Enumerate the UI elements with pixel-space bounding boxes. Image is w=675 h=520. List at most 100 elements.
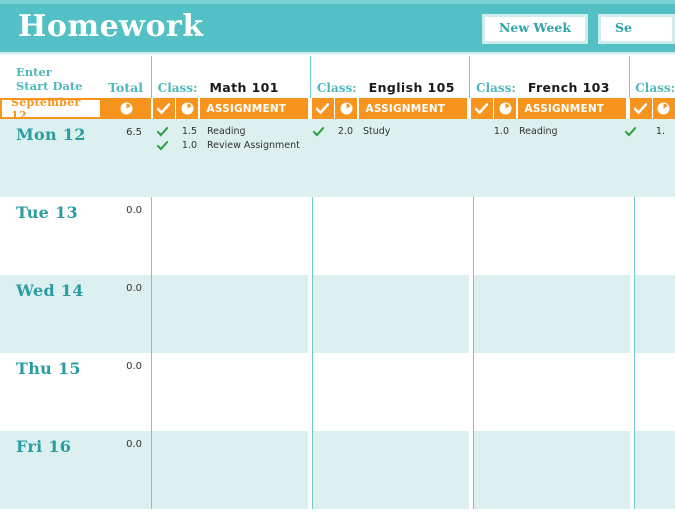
grid-header-row: Enter Start Date Total Class: Math 101 C…: [0, 56, 675, 98]
day-total: 0.0: [126, 283, 142, 294]
task-row[interactable]: 1.0 Reading: [463, 126, 619, 140]
assignment-label: ASSIGNMENT: [524, 102, 605, 115]
day-row: Thu 15 0.0: [0, 353, 675, 431]
day-label-cell[interactable]: Tue 13: [0, 197, 101, 275]
class-cell-clipped[interactable]: [635, 353, 675, 431]
class-cell-english[interactable]: [313, 353, 469, 431]
class-cell-clipped[interactable]: [635, 275, 675, 353]
class-cell-french[interactable]: [474, 197, 630, 275]
assignment-header-math: ASSIGNMENT: [199, 98, 308, 119]
class-cell-english[interactable]: 2.0 Study: [307, 119, 463, 197]
hours-header-english: [335, 98, 357, 119]
total-header: Total: [101, 56, 151, 98]
class-cell-clipped[interactable]: 1.: [619, 119, 675, 197]
task-name: Study: [363, 126, 391, 137]
class-header-clipped: Class:: [629, 56, 675, 98]
class-cell-math[interactable]: 1.5 Reading 1.0 Review Assignment: [151, 119, 307, 197]
task-check-icon[interactable]: [463, 126, 485, 127]
assignment-header-french: ASSIGNMENT: [517, 98, 626, 119]
task-row[interactable]: 1.0 Review Assignment: [151, 140, 307, 154]
day-total-cell: 0.0: [101, 275, 151, 353]
total-hours-header-cell: [101, 98, 151, 119]
day-total-cell: 0.0: [101, 197, 151, 275]
clock-icon: [657, 98, 670, 119]
class-label: Class:: [157, 81, 198, 95]
class-cell-french[interactable]: 1.0 Reading: [463, 119, 619, 197]
class-cell-math[interactable]: [152, 353, 308, 431]
day-name: Tue 13: [16, 203, 78, 222]
day-row: Wed 14 0.0: [0, 275, 675, 353]
task-hours: 1.0: [181, 140, 197, 151]
task-list: 2.0 Study: [307, 119, 463, 140]
task-check-icon[interactable]: [151, 126, 173, 137]
class-cell-math[interactable]: [152, 275, 308, 353]
day-label-cell[interactable]: Wed 14: [0, 275, 101, 353]
class-name-french: French 103: [527, 80, 610, 95]
assignment-label: ASSIGNMENT: [365, 102, 446, 115]
class-header-math: Class: Math 101: [152, 56, 308, 98]
done-header-english: [311, 98, 334, 119]
check-icon: [316, 98, 329, 119]
settings-button[interactable]: Se: [598, 14, 675, 44]
class-cell-french[interactable]: [474, 275, 630, 353]
day-row: Mon 12 6.5 1.5 Reading 1.0 Review Assignment 2…: [0, 119, 675, 197]
day-total: 0.0: [126, 205, 142, 216]
day-total: 0.0: [126, 439, 142, 450]
day-name: Thu 15: [16, 359, 81, 378]
page-title: Homework: [18, 9, 204, 44]
start-date-cell: September 12: [0, 96, 101, 122]
task-row[interactable]: 1.: [619, 126, 675, 140]
class-header-french: Class: French 103: [470, 56, 626, 98]
class-label: Class:: [316, 81, 357, 95]
day-total-cell: 0.0: [101, 353, 151, 431]
task-check-icon[interactable]: [151, 140, 173, 151]
class-cell-french[interactable]: [474, 431, 630, 509]
day-name: Mon 12: [16, 125, 86, 144]
task-row[interactable]: 1.5 Reading: [151, 126, 307, 140]
homework-grid: Enter Start Date Total Class: Math 101 C…: [0, 56, 675, 509]
enter-start-date-label: Enter Start Date: [0, 65, 83, 95]
day-label-cell[interactable]: Mon 12: [0, 119, 101, 197]
day-label-cell[interactable]: Thu 15: [0, 353, 101, 431]
task-name: Review Assignment: [207, 140, 300, 151]
day-total-cell: 0.0: [101, 431, 151, 509]
hours-header-clipped: [653, 98, 675, 119]
class-label: Class:: [635, 81, 675, 95]
class-cell-english[interactable]: [313, 197, 469, 275]
task-hours: 1.: [655, 126, 665, 137]
assignment-header-english: ASSIGNMENT: [358, 98, 467, 119]
class-name-english: English 105: [368, 80, 455, 95]
title-bar: Homework New Week Se: [0, 0, 675, 56]
task-list: 1.0 Reading: [463, 119, 619, 140]
task-row[interactable]: 2.0 Study: [307, 126, 463, 140]
hours-header-math: [176, 98, 198, 119]
clock-icon: [120, 98, 133, 119]
new-week-button[interactable]: New Week: [481, 14, 589, 44]
day-row: Fri 16 0.0: [0, 431, 675, 509]
enter-label-line1: Enter: [16, 64, 52, 79]
done-header-french: [470, 98, 493, 119]
class-cell-english[interactable]: [313, 431, 469, 509]
class-cell-french[interactable]: [474, 353, 630, 431]
enter-label-line2: Start Date: [16, 78, 83, 93]
task-check-icon[interactable]: [307, 126, 329, 137]
day-row: Tue 13 0.0: [0, 197, 675, 275]
class-cell-clipped[interactable]: [635, 197, 675, 275]
homework-tracker-window: Homework New Week Se Enter Start Date To…: [0, 0, 675, 520]
day-label-cell[interactable]: Fri 16: [0, 431, 101, 509]
day-rows: Mon 12 6.5 1.5 Reading 1.0 Review Assignment 2…: [0, 119, 675, 509]
class-cell-english[interactable]: [313, 275, 469, 353]
task-name: Reading: [519, 126, 558, 137]
class-cell-clipped[interactable]: [635, 431, 675, 509]
task-list: 1.: [619, 119, 675, 140]
task-check-icon[interactable]: [619, 126, 641, 137]
hours-header-french: [494, 98, 516, 119]
start-date-input[interactable]: September 12: [1, 96, 101, 122]
class-header-english: Class: English 105: [311, 56, 467, 98]
task-hours: 1.0: [493, 126, 509, 137]
class-cell-math[interactable]: [152, 431, 308, 509]
class-cell-math[interactable]: [152, 197, 308, 275]
class-label: Class:: [476, 81, 516, 95]
task-hours: 1.5: [181, 126, 197, 137]
task-list: 1.5 Reading 1.0 Review Assignment: [151, 119, 307, 154]
